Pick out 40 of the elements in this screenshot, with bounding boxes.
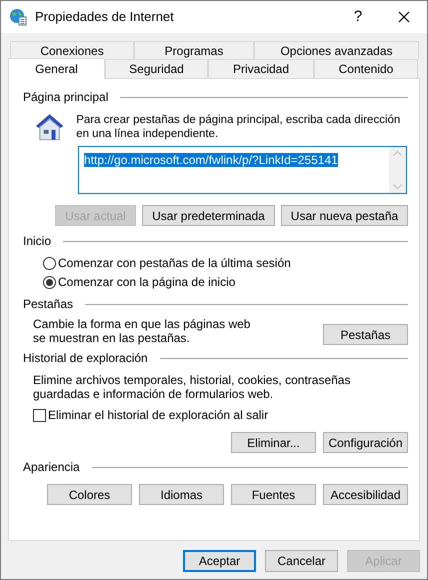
button[interactable]: Colores [47, 484, 132, 505]
tab[interactable]: Contenido [314, 59, 418, 78]
help-button[interactable]: ? [335, 1, 381, 33]
tab[interactable]: Seguridad [105, 59, 208, 78]
radio-button[interactable] [43, 256, 56, 270]
section-heading: Historial de exploración [23, 350, 148, 367]
button[interactable]: Fuentes [231, 484, 316, 505]
section-heading: Apariencia [23, 459, 80, 476]
close-icon [398, 11, 410, 23]
button[interactable]: Usar predeterminada [142, 205, 275, 226]
tab[interactable]: Opciones avanzadas [254, 41, 419, 59]
window-title: Propiedades de Internet [35, 8, 174, 26]
url-text: http://go.microsoft.com/fwlink/p/?LinkId=255141 [84, 153, 338, 167]
radio-button[interactable] [43, 276, 56, 288]
button[interactable]: Configuración [323, 432, 408, 453]
button[interactable]: Idiomas [139, 484, 224, 505]
button[interactable]: Cancelar [265, 550, 338, 572]
tab[interactable]: Conexiones [10, 41, 134, 59]
button[interactable]: Eliminar... [231, 432, 316, 453]
checkbox[interactable] [33, 408, 46, 422]
checkbox-label: Eliminar el historial de exploración al salir [48, 407, 268, 424]
button[interactable]: Accesibilidad [323, 484, 408, 505]
tab[interactable]: Programas [134, 41, 254, 59]
section-heading: Pestañas [23, 296, 74, 313]
button[interactable]: Aceptar [183, 550, 256, 572]
globe-icon [9, 8, 27, 26]
description-text: Cambie la forma en que las páginas web se muestran en las pestañas. [33, 317, 252, 345]
url-field[interactable]: http://go.microsoft.com/fwlink/p/?LinkId=255141 [78, 146, 407, 194]
scroll-up-icon [393, 151, 402, 156]
section-heading: Inicio [23, 233, 52, 250]
tab[interactable]: General [8, 58, 105, 79]
radio-label: Comenzar con la página de inicio [58, 274, 236, 291]
description-text: Para crear pestañas de página principal, escriba cada dirección en una línea independiente. [76, 113, 402, 142]
button[interactable]: Usar nueva pestaña [281, 205, 408, 226]
radio-label: Comenzar con pestañas de la última sesión [58, 255, 291, 272]
description-text: Elimine archivos temporales, historial, cookies, contraseñas guardadas e información de formularios web. [32, 373, 352, 401]
tab[interactable]: Privacidad [208, 59, 314, 78]
section-heading: Página principal [23, 89, 108, 106]
button[interactable]: Pestañas [323, 324, 408, 345]
scroll-down-icon [393, 184, 402, 189]
